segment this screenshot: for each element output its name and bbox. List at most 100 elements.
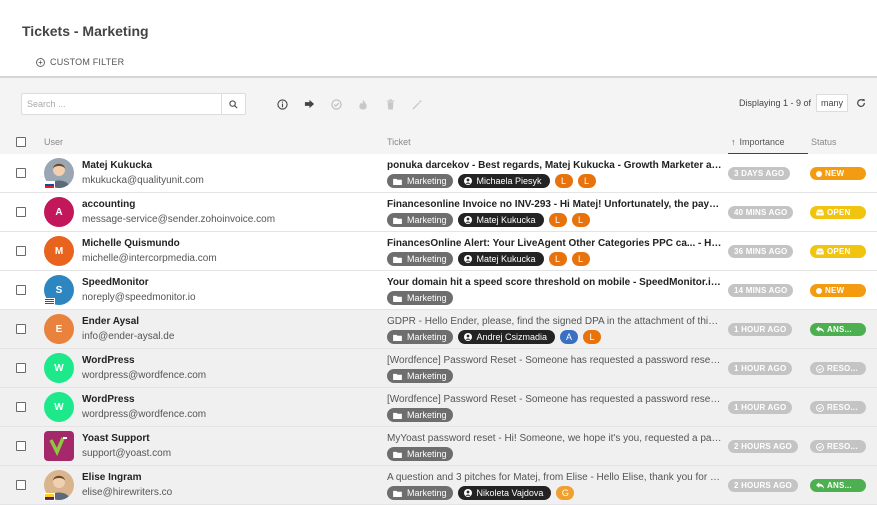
column-importance[interactable]: ↑ Importance bbox=[728, 130, 808, 154]
ticket-tags: Marketing bbox=[387, 291, 453, 305]
country-flag-icon bbox=[44, 493, 55, 501]
department-tag[interactable]: Marketing bbox=[387, 174, 453, 188]
info-icon[interactable] bbox=[275, 97, 289, 111]
agent-name: Andrej Csizmadia bbox=[476, 332, 548, 342]
department-label: Marketing bbox=[407, 332, 447, 342]
status-badge: RESO... bbox=[810, 401, 866, 414]
ticket-row[interactable]: Elise Ingram elise@hirewriters.co A questi… bbox=[0, 466, 877, 505]
department-tag[interactable]: Marketing bbox=[387, 291, 453, 305]
status-badge: NEW bbox=[810, 284, 866, 297]
department-tag[interactable]: Marketing bbox=[387, 213, 453, 227]
folder-icon bbox=[393, 256, 402, 263]
ticket-row[interactable]: Matej Kukucka mkukucka@qualityunit.com pon… bbox=[0, 154, 877, 193]
department-label: Marketing bbox=[407, 410, 447, 420]
ticket-subject[interactable]: [Wordfence] Password Reset - Someone has… bbox=[387, 355, 723, 366]
letter-tag[interactable]: L bbox=[577, 174, 596, 188]
letter-tag[interactable]: L bbox=[571, 213, 590, 227]
row-checkbox[interactable] bbox=[16, 402, 26, 412]
row-checkbox[interactable] bbox=[16, 441, 26, 451]
ticket-subject[interactable]: [Wordfence] Password Reset - Someone has… bbox=[387, 394, 723, 405]
displaying-label: Displaying 1 - 9 of bbox=[738, 98, 811, 108]
row-checkbox[interactable] bbox=[16, 480, 26, 490]
ticket-subject[interactable]: FinancesOnline Alert: Your LiveAgent Oth… bbox=[387, 238, 723, 249]
agent-tag[interactable]: Andrej Csizmadia bbox=[457, 330, 556, 344]
user-email: wordpress@wordfence.com bbox=[82, 370, 207, 381]
department-tag[interactable]: Marketing bbox=[387, 252, 453, 266]
agent-tag[interactable]: Michaela Piesyk bbox=[457, 174, 550, 188]
ticket-subject[interactable]: A question and 3 pitches for Matej, from… bbox=[387, 472, 723, 483]
search-button[interactable] bbox=[221, 94, 245, 114]
magic-wand-icon[interactable] bbox=[410, 97, 424, 111]
agent-tag[interactable]: Matej Kukucka bbox=[457, 213, 544, 227]
ticket-subject[interactable]: MyYoast password reset - Hi! Someone, we… bbox=[387, 433, 723, 444]
department-tag[interactable]: Marketing bbox=[387, 408, 453, 422]
row-checkbox[interactable] bbox=[16, 246, 26, 256]
resolved-check-icon bbox=[816, 442, 824, 451]
folder-icon bbox=[393, 412, 402, 419]
letter-tag[interactable]: L bbox=[548, 252, 567, 266]
search-input[interactable] bbox=[22, 94, 221, 114]
ticket-row[interactable]: Yoast Support support@yoast.com MyYoast pa… bbox=[0, 427, 877, 466]
status-label: ANS... bbox=[827, 325, 852, 334]
avatar: A bbox=[44, 197, 74, 227]
department-tag[interactable]: Marketing bbox=[387, 369, 453, 383]
ticket-subject[interactable]: GDPR - Hello Ender, please, find the sig… bbox=[387, 316, 723, 327]
agent-tag[interactable]: Nikoleta Vajdova bbox=[457, 486, 552, 500]
row-checkbox[interactable] bbox=[16, 324, 26, 334]
letter-tag[interactable]: G bbox=[556, 486, 575, 500]
column-ticket[interactable]: Ticket bbox=[387, 130, 411, 154]
refresh-icon[interactable] bbox=[856, 98, 866, 108]
department-label: Marketing bbox=[407, 371, 447, 381]
user-name: Yoast Support bbox=[82, 433, 150, 444]
department-tag[interactable]: Marketing bbox=[387, 486, 453, 500]
custom-filter-button[interactable]: + CUSTOM FILTER bbox=[36, 57, 124, 67]
ticket-row[interactable]: M Michelle Quismundo michelle@intercorpmed… bbox=[0, 232, 877, 271]
ticket-subject[interactable]: Your domain hit a speed score threshold … bbox=[387, 277, 723, 288]
ticket-tags: Marketing Matej Kukucka L L bbox=[387, 213, 590, 227]
forward-icon[interactable] bbox=[302, 97, 316, 111]
inbox-icon bbox=[816, 248, 824, 255]
ticket-subject[interactable]: ponuka darcekov - Best regards, Matej Ku… bbox=[387, 160, 723, 171]
column-user[interactable]: User bbox=[44, 130, 63, 154]
status-badge: NEW bbox=[810, 167, 866, 180]
department-tag[interactable]: Marketing bbox=[387, 447, 453, 461]
user-email: support@yoast.com bbox=[82, 448, 172, 459]
avatar: E bbox=[44, 314, 74, 344]
letter-tag[interactable]: A bbox=[560, 330, 579, 344]
total-count-select[interactable]: many bbox=[815, 94, 848, 112]
check-icon[interactable] bbox=[329, 97, 343, 111]
fire-icon[interactable] bbox=[356, 97, 370, 111]
importance-badge: 36 MINS AGO bbox=[728, 245, 794, 258]
search-icon bbox=[229, 99, 238, 109]
select-all-checkbox[interactable] bbox=[16, 137, 26, 147]
agent-tag[interactable]: Matej Kukucka bbox=[457, 252, 544, 266]
folder-icon bbox=[393, 295, 402, 302]
row-checkbox[interactable] bbox=[16, 207, 26, 217]
row-checkbox[interactable] bbox=[16, 168, 26, 178]
letter-tag[interactable]: L bbox=[571, 252, 590, 266]
ticket-row[interactable]: Aaccounting message-service@sender.zohoin… bbox=[0, 193, 877, 232]
reply-icon bbox=[816, 326, 824, 333]
row-checkbox[interactable] bbox=[16, 285, 26, 295]
plus-circle-icon: + bbox=[36, 57, 45, 67]
trash-icon[interactable] bbox=[383, 97, 397, 111]
ticket-row[interactable]: S SpeedMonitor noreply@speedmonitor.io Your… bbox=[0, 271, 877, 310]
ticket-subject[interactable]: Financesonline Invoice no INV-293 - Hi M… bbox=[387, 199, 723, 210]
ticket-row[interactable]: E Ender Aysal info@ender-aysal.de GDPR - He… bbox=[0, 310, 877, 349]
department-label: Marketing bbox=[407, 254, 447, 264]
user-email: mkukucka@qualityunit.com bbox=[82, 175, 204, 186]
ticket-tags: Marketing Nikoleta Vajdova G bbox=[387, 486, 575, 500]
status-label: ANS... bbox=[827, 481, 852, 490]
department-label: Marketing bbox=[407, 293, 447, 303]
row-checkbox[interactable] bbox=[16, 363, 26, 373]
ticket-row[interactable]: W WordPress wordpress@wordfence.com [Wordfe… bbox=[0, 388, 877, 427]
folder-icon bbox=[393, 217, 402, 224]
letter-tag[interactable]: L bbox=[548, 213, 567, 227]
resolved-check-icon bbox=[816, 364, 824, 373]
letter-tag[interactable]: L bbox=[583, 330, 602, 344]
department-tag[interactable]: Marketing bbox=[387, 330, 453, 344]
pagination-info: Displaying 1 - 9 of many bbox=[739, 94, 866, 112]
column-status[interactable]: Status bbox=[811, 130, 837, 154]
letter-tag[interactable]: L bbox=[554, 174, 573, 188]
ticket-row[interactable]: W WordPress wordpress@wordfence.com [Wordfe… bbox=[0, 349, 877, 388]
